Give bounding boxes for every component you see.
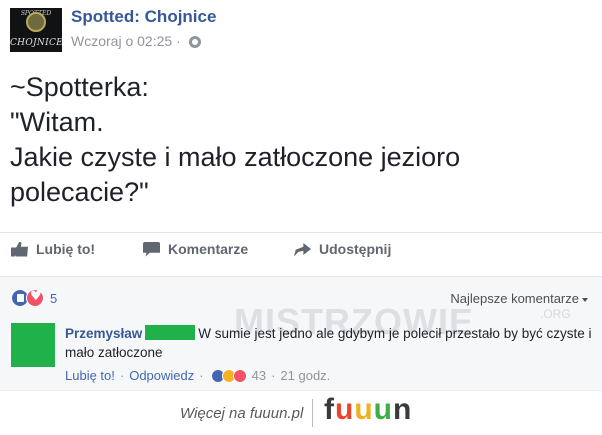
logo-letter: u bbox=[373, 393, 393, 426]
love-reaction-icon bbox=[232, 368, 247, 383]
like-button[interactable]: Lubię to! bbox=[11, 241, 95, 257]
share-button[interactable]: Udostępnij bbox=[294, 241, 391, 257]
globe-icon[interactable] bbox=[188, 36, 201, 48]
reaction-count: 5 bbox=[50, 290, 58, 306]
comment-label: Komentarze bbox=[168, 241, 249, 257]
comment-author[interactable]: Przemysław bbox=[65, 326, 142, 341]
like-label: Lubię to! bbox=[36, 241, 96, 257]
love-reaction-icon bbox=[26, 289, 44, 307]
post-text-line: Jakie czyste i mało zatłoczone jezioro bbox=[10, 142, 461, 172]
logo-letter: f bbox=[324, 393, 335, 426]
comment-button[interactable]: Komentarze bbox=[143, 241, 248, 257]
comment-actions: Lubię to! · Odpowiedz · 43 · 21 godz. bbox=[65, 368, 331, 383]
post-body: ~Spotterka: "Witam. Jakie czyste i mało … bbox=[10, 70, 590, 210]
comment-reply-link[interactable]: Odpowiedz bbox=[129, 368, 194, 383]
comment-text: W sumie jest jedno ale gdybym je polecił… bbox=[65, 326, 592, 360]
post-text-line: polecacie?" bbox=[10, 177, 149, 207]
commenter-avatar[interactable] bbox=[11, 323, 55, 367]
post-text-line: "Witam. bbox=[10, 107, 104, 137]
post-actions-bar: Lubię to! Komentarze Udostępnij bbox=[0, 232, 602, 269]
logo-letter: u bbox=[335, 393, 355, 426]
comment-body: Przemysław W sumie jest jedno ale gdybym … bbox=[65, 324, 595, 362]
post-text-line: ~Spotterka: bbox=[10, 72, 149, 102]
page-avatar[interactable]: SPOTTED CHOJNICE bbox=[10, 8, 62, 52]
share-icon bbox=[294, 243, 311, 257]
post-timestamp[interactable]: Wczoraj o 02:25 · bbox=[71, 33, 181, 49]
comment-icon bbox=[143, 241, 160, 257]
logo-letter: u bbox=[354, 393, 374, 426]
logo-letter: n bbox=[392, 393, 413, 426]
comments-section: 5 Najlepsze komentarze MISTRZOWIE .ORG P… bbox=[0, 276, 602, 391]
redaction-box bbox=[145, 325, 196, 340]
reactions-summary[interactable]: 5 bbox=[11, 289, 57, 307]
site-footer: Więcej na fuuun.pl fuuun bbox=[0, 390, 602, 435]
page-name-link[interactable]: Spotted: Chojnice bbox=[71, 7, 216, 27]
fuuun-logo[interactable]: fuuun bbox=[324, 393, 412, 427]
comment-reaction-count: 43 bbox=[251, 368, 267, 383]
thumbs-up-icon bbox=[11, 241, 28, 257]
footer-divider bbox=[312, 399, 313, 427]
post-meta: Wczoraj o 02:25 · bbox=[71, 33, 201, 49]
comment-like-link[interactable]: Lubię to! bbox=[65, 368, 115, 383]
comment-reactions[interactable] bbox=[210, 368, 247, 383]
comment-age[interactable]: 21 godz. bbox=[280, 368, 330, 383]
footer-tagline[interactable]: Więcej na fuuun.pl bbox=[180, 405, 303, 422]
owl-emblem-icon bbox=[26, 12, 46, 32]
avatar-brand-bottom: CHOJNICE bbox=[10, 38, 62, 48]
facebook-post: SPOTTED CHOJNICE Spotted: Chojnice Wczor… bbox=[0, 0, 602, 391]
watermark-sub: .ORG bbox=[540, 307, 571, 321]
caret-down-icon bbox=[582, 297, 588, 302]
share-label: Udostępnij bbox=[319, 241, 392, 257]
